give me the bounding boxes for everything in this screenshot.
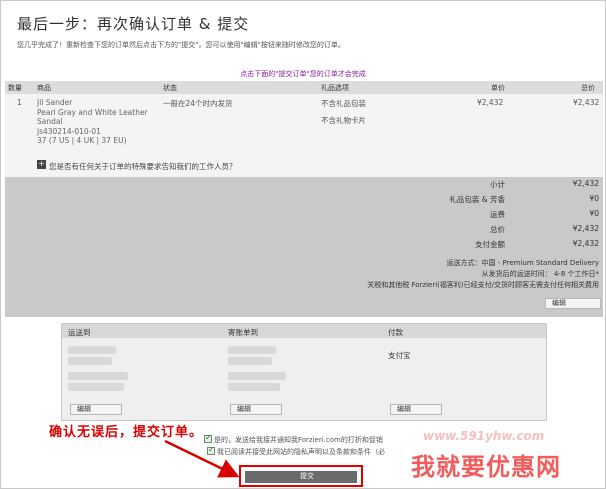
expand-plus-icon[interactable]: + (37, 160, 46, 169)
col-qty: 数量 (8, 84, 22, 92)
item-qty: 1 (17, 98, 22, 107)
item-status: 一般在24个时内发货 (163, 99, 233, 108)
totals-row-total: 总价 ¥2,432 (490, 224, 599, 234)
bill-to-heading: 寄账单到 (228, 328, 258, 337)
customs-note: 关税和其他税 Forzieri(福客利)已经支付/交货时顾客无需支付任何相关费用 (367, 281, 599, 289)
address-header: 运送到 寄账单到 付款 (62, 324, 546, 338)
col-total-price: 总价 (581, 84, 595, 92)
redacted-bill-phone (228, 383, 280, 391)
edit-payment-button[interactable]: 编辑 (390, 404, 442, 415)
totals-row-payment: 支付金额 ¥2,432 (475, 239, 599, 249)
terms-consent-text: 我已阅读并接受此网站的隐私声明以及条款和条件（必 (217, 448, 385, 456)
submit-order-button[interactable]: 提交 (245, 471, 357, 483)
redacted-bill-address (228, 357, 272, 365)
item-sku: js430214-010-01 (37, 126, 101, 136)
col-status: 状态 (163, 84, 177, 92)
shipping-time: 从发货后的运送时间： 4-8 个工作日* (481, 270, 599, 278)
redacted-ship-phone (68, 383, 124, 391)
submit-banner: 点击下面的"提交订单"您的订单才会完成 (240, 70, 366, 78)
redacted-bill-name (228, 346, 276, 354)
item-brand: Jil Sander (37, 98, 73, 107)
item-description: Jil Sander Pearl Gray and White Leather … (37, 98, 148, 146)
item-unit-price: ¥2,432 (477, 98, 504, 107)
item-name-line1: Pearl Gray and White Leather (37, 107, 148, 117)
edit-totals-button[interactable]: 编辑 (545, 298, 601, 309)
ship-to-heading: 运送到 (68, 328, 91, 337)
redacted-ship-city (68, 372, 128, 380)
page-subtitle: 您几乎完成了！重新检查下您的订单然后点击下方的"提交"。您可以使用"编辑"按钮来… (17, 41, 345, 49)
watermark-url: www.591yhw.com (423, 429, 545, 443)
checkout-page: 最后一步：再次确认订单 & 提交 您几乎完成了！重新检查下您的订单然后点击下方的… (0, 0, 606, 489)
order-table-header: 数量 商品 状态 礼品选项 单价 总价 (5, 81, 603, 94)
totals-row-subtotal: 小计 ¥2,432 (490, 179, 599, 189)
item-gift-option-card: 不含礼物卡片 (321, 116, 366, 125)
payment-method: 支付宝 (388, 351, 411, 360)
col-unit-price: 单价 (491, 84, 505, 92)
totals-row-shipping: 运费 ¥0 (490, 209, 599, 219)
redacted-ship-name (68, 346, 116, 354)
item-total-price: ¥2,432 (573, 98, 600, 107)
redacted-bill-city (228, 372, 286, 380)
shipping-method: 运送方式：中国 - Premium Standard Delivery (446, 259, 599, 267)
redacted-ship-address (68, 357, 112, 365)
item-size: 37 (7 US | 4 UK | 37 EU) (37, 136, 127, 145)
edit-bill-to-button[interactable]: 编辑 (230, 404, 282, 415)
special-request-link[interactable]: 您是否有任何关于订单的特殊要求告知我们的工作人员？ (49, 161, 237, 172)
order-totals: 小计 ¥2,432 礼品包装 & 芳香 ¥0 运费 ¥0 总价 ¥2,432 支… (5, 177, 603, 317)
watermark-logo-text: 我就要优惠网 (411, 453, 561, 481)
submit-highlight-box: 提交 (239, 465, 363, 487)
col-gift-options: 礼品选项 (321, 84, 349, 92)
payment-heading: 付款 (388, 328, 403, 337)
item-name-line2: Sandal (37, 117, 63, 126)
totals-row-gift-wrap: 礼品包装 & 芳香 ¥0 (449, 194, 599, 204)
terms-checkbox[interactable] (207, 445, 215, 455)
edit-ship-to-button[interactable]: 编辑 (70, 404, 122, 415)
address-payment-box: 运送到 寄账单到 付款 支付宝 编辑 编辑 编辑 (61, 323, 547, 421)
table-row: 1 Jil Sander Pearl Gray and White Leathe… (5, 94, 603, 177)
col-product: 商品 (37, 84, 51, 92)
newsletter-consent-text: 是的，发送给我接并通知我Forzieri.com的打折和促销 (214, 436, 383, 444)
item-gift-option-wrap: 不含礼品包装 (321, 99, 366, 108)
page-title: 最后一步：再次确认订单 & 提交 (17, 15, 250, 33)
newsletter-checkbox[interactable] (204, 433, 212, 443)
